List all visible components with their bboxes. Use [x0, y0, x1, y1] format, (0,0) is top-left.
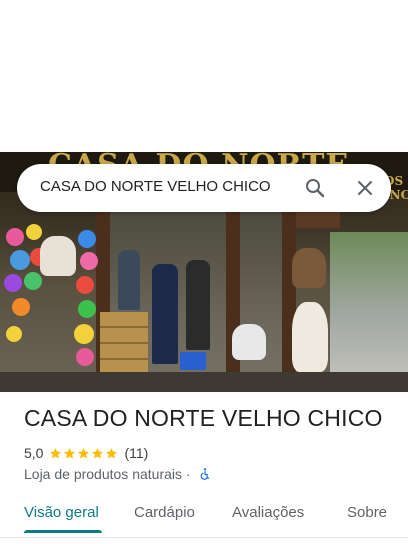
rating-row[interactable]: 5,0 (11) — [24, 444, 148, 462]
tab-menu[interactable]: Cardápio — [134, 496, 195, 532]
search-input[interactable]: CASA DO NORTE VELHO CHICO — [40, 164, 271, 212]
close-icon[interactable] — [353, 176, 377, 200]
star-rating — [49, 447, 118, 460]
place-tabs: Visão geral Cardápio Avaliações Sobre — [0, 496, 408, 536]
person — [152, 264, 178, 364]
cow-statue — [292, 248, 326, 288]
star-icon — [78, 447, 90, 458]
tabs-divider — [0, 537, 408, 538]
active-tab-indicator — [24, 530, 102, 533]
star-icon — [50, 447, 62, 458]
category-row: Loja de produtos naturais · — [24, 465, 212, 483]
search-icon[interactable] — [303, 176, 327, 200]
star-icon — [64, 447, 76, 458]
rating-value: 5,0 — [24, 445, 44, 461]
cow-statue — [292, 302, 328, 372]
tab-about[interactable]: Sobre — [347, 496, 387, 532]
pillar — [226, 212, 240, 392]
person — [118, 250, 140, 310]
appliance — [232, 324, 266, 360]
place-category: Loja de produtos naturais — [24, 466, 182, 482]
tab-overview[interactable]: Visão geral — [24, 496, 99, 532]
animal-head-decoration — [40, 236, 76, 276]
place-title: CASA DO NORTE VELHO CHICO — [24, 405, 383, 431]
street-view — [330, 232, 408, 392]
person — [186, 260, 210, 350]
review-count: (11) — [124, 445, 149, 461]
floor — [0, 372, 408, 392]
star-icon — [106, 447, 118, 458]
search-bar[interactable]: CASA DO NORTE VELHO CHICO — [17, 164, 391, 212]
separator: · — [182, 466, 195, 482]
star-icon — [92, 447, 104, 458]
wooden-crates — [100, 312, 148, 372]
wheelchair-icon — [201, 468, 210, 480]
tab-reviews[interactable]: Avaliações — [232, 496, 304, 532]
blue-container — [180, 352, 206, 370]
